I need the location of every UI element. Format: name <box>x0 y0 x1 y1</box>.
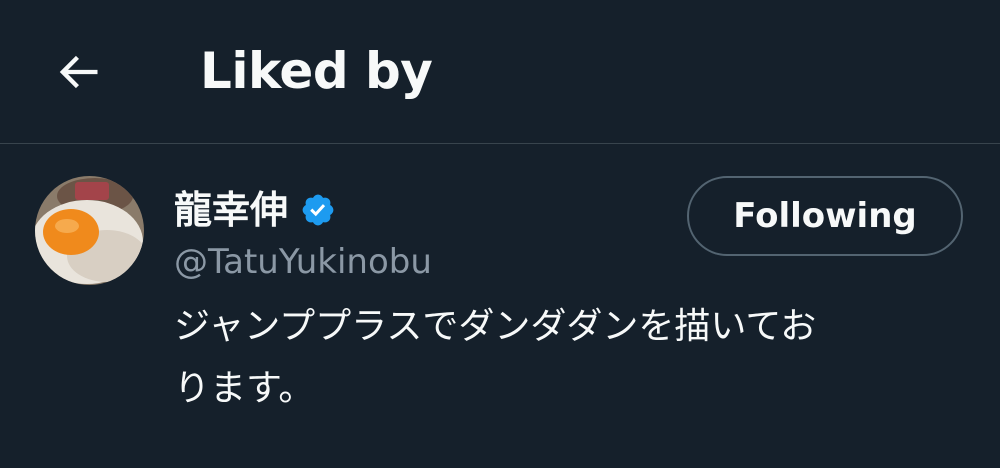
following-button[interactable]: Following <box>687 176 963 256</box>
user-handle[interactable]: @TatuYukinobu <box>174 240 432 284</box>
bio-line-2: ります。 <box>174 368 315 409</box>
back-button[interactable] <box>40 34 116 110</box>
avatar[interactable] <box>35 176 144 285</box>
fried-egg-avatar-image <box>35 176 144 285</box>
page-header: Liked by <box>0 0 1000 144</box>
arrow-left-icon <box>59 55 98 89</box>
user-cell[interactable]: 龍幸伸 @TatuYukinobu Following ジャンププラスでダンダダ… <box>0 144 1000 468</box>
verified-badge-icon <box>300 192 336 228</box>
page-title: Liked by <box>200 42 433 100</box>
user-bio: ジャンププラスでダンダダンを描いてお ります。 <box>174 296 974 420</box>
display-name[interactable]: 龍幸伸 <box>174 184 336 236</box>
display-name-text: 龍幸伸 <box>174 188 289 232</box>
bio-line-1: ジャンププラスでダンダダンを描いてお <box>174 306 817 347</box>
